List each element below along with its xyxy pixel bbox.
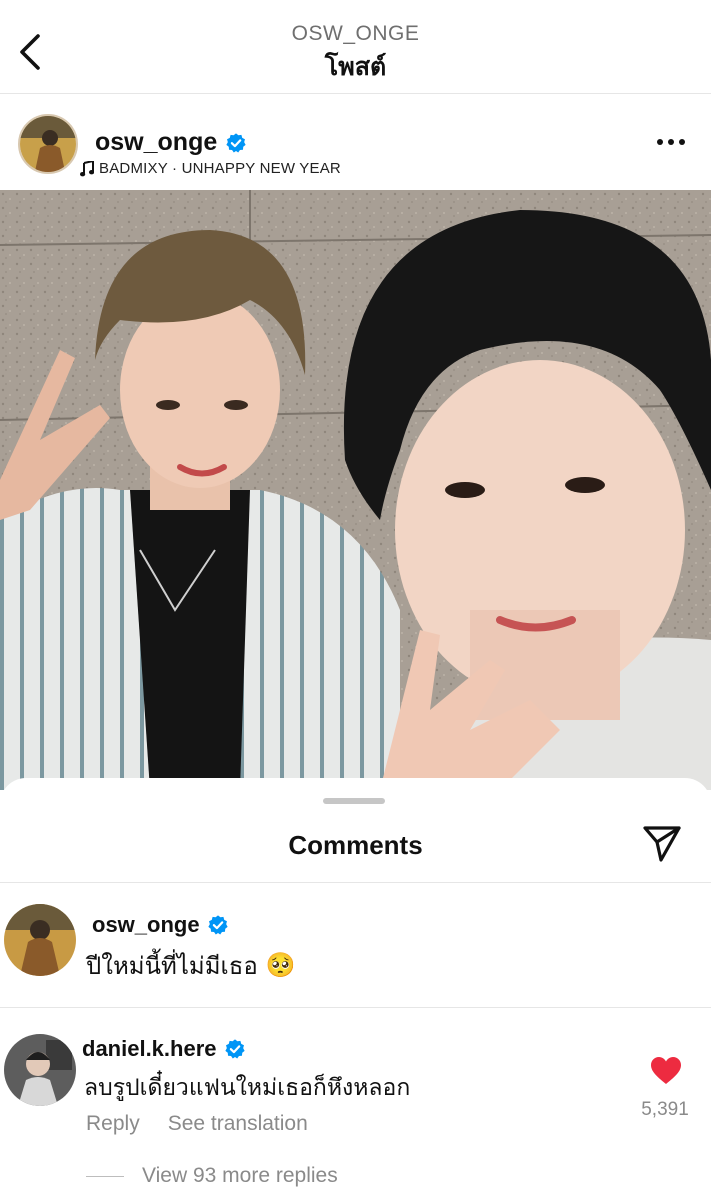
more-horizontal-icon (657, 139, 685, 145)
comment-text: ปีใหม่นี้ที่ไม่มีเธอ 🥺 (86, 946, 296, 985)
like-count: 5,391 (641, 1099, 689, 1120)
comment-actions: Reply See translation (86, 1112, 308, 1136)
view-replies-button[interactable]: View 93 more replies (86, 1164, 338, 1188)
verified-icon (224, 1039, 245, 1059)
see-translation-button[interactable]: See translation (168, 1112, 308, 1136)
divider (0, 882, 711, 883)
music-track[interactable]: BADMIXY · UNHAPPY NEW YEAR (80, 160, 341, 177)
reply-button[interactable]: Reply (86, 1112, 140, 1136)
share-send-icon (643, 826, 681, 862)
comment-avatar[interactable] (4, 904, 76, 976)
comment-avatar[interactable] (4, 1034, 76, 1106)
top-nav-bar: OSW_ONGE โพสต์ (0, 0, 711, 94)
account-name: OSW_ONGE (291, 22, 420, 45)
comment-body: ปีใหม่นี้ที่ไม่มีเธอ (86, 953, 258, 980)
comment-body: ลบรูปเดี๋ยวแฟนใหม่เธอก็หึงหลอก (84, 1074, 411, 1100)
heart-icon (651, 1057, 681, 1084)
music-note-icon (80, 160, 94, 176)
comments-sheet: Comments osw_onge ปีใหม่นี้ที่ไม่มีเธอ 🥺 (0, 778, 711, 1200)
post-header: osw_onge BADMIXY · UNHAPPY NEW YEAR (0, 94, 711, 190)
post-username[interactable]: osw_onge (95, 128, 247, 157)
replies-line (86, 1175, 124, 1177)
comments-title: Comments (288, 830, 423, 860)
pleading-face-emoji: 🥺 (265, 952, 296, 979)
drag-handle[interactable] (323, 798, 385, 804)
verified-icon (207, 915, 228, 935)
more-options-button[interactable] (653, 124, 689, 160)
verified-icon (226, 132, 246, 153)
username-text: daniel.k.here (82, 1036, 217, 1061)
avatar[interactable] (18, 114, 78, 174)
share-button[interactable] (641, 822, 683, 864)
view-replies-label: View 93 more replies (142, 1164, 338, 1187)
like-button[interactable] (650, 1056, 682, 1086)
post-photo[interactable] (0, 190, 711, 790)
page-title: โพสต์ (324, 53, 387, 81)
comment-username[interactable]: osw_onge (92, 912, 229, 938)
comment-username[interactable]: daniel.k.here (82, 1036, 246, 1062)
username-text: osw_onge (92, 912, 200, 937)
divider (0, 1007, 711, 1008)
username-text: osw_onge (95, 128, 218, 156)
music-label: BADMIXY · UNHAPPY NEW YEAR (99, 160, 341, 177)
